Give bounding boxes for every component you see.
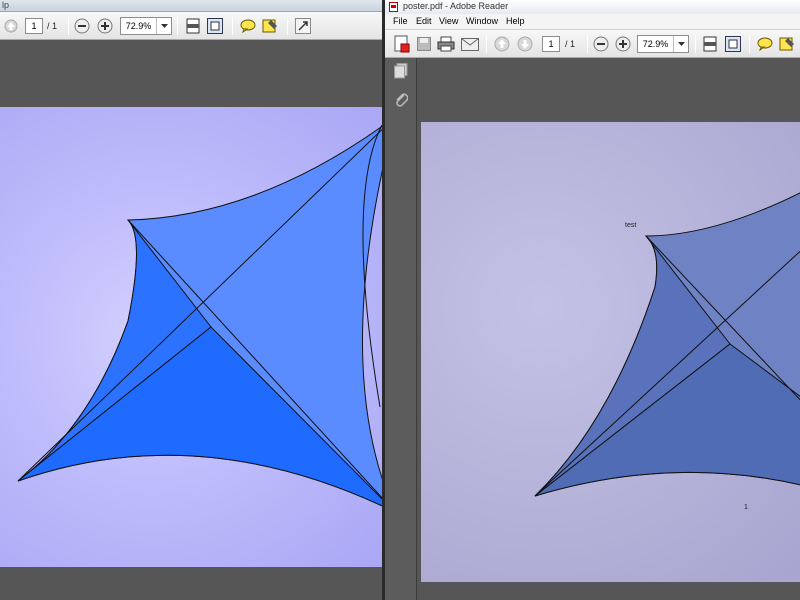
zoom-in-button[interactable]: [96, 17, 114, 35]
left-toolbar: 1 / 1 72.9%: [0, 12, 382, 40]
menu-view[interactable]: View: [439, 16, 458, 26]
right-page-number-input[interactable]: 1: [542, 36, 560, 52]
navigation-pane: [385, 58, 417, 600]
toolbar-separator: [695, 35, 696, 53]
save-button[interactable]: [415, 35, 433, 53]
toolbar-separator: [177, 17, 178, 35]
fit-page-width-button[interactable]: [701, 35, 719, 53]
menu-edit[interactable]: Edit: [416, 16, 432, 26]
toolbar-separator: [287, 17, 288, 35]
fit-page-button[interactable]: [206, 17, 224, 35]
right-toolbar: 1 / 1 72.9%: [385, 30, 800, 58]
chevron-down-icon: [674, 36, 688, 52]
menu-help[interactable]: Help: [506, 16, 525, 26]
fit-page-icon: [207, 18, 223, 34]
highlight-button[interactable]: [778, 35, 796, 53]
sticky-note-icon: [262, 18, 278, 34]
menu-file[interactable]: File: [393, 16, 408, 26]
create-pdf-icon: [394, 35, 410, 53]
create-pdf-button[interactable]: [393, 35, 411, 53]
paperclip-icon: [394, 91, 408, 107]
fit-width-icon: [703, 36, 717, 52]
left-window-title: lp: [0, 0, 382, 12]
expand-button[interactable]: [294, 17, 312, 35]
email-button[interactable]: [461, 35, 479, 53]
right-window-title: poster.pdf - Adobe Reader: [403, 1, 509, 11]
toolbar-separator: [232, 17, 233, 35]
expand-icon: [295, 18, 311, 34]
toolbar-separator: [486, 35, 487, 53]
save-icon: [417, 37, 431, 51]
plus-icon: [97, 18, 113, 34]
pages-panel-button[interactable]: [392, 62, 410, 80]
right-window-titlebar: poster.pdf - Adobe Reader: [385, 0, 800, 14]
right-page-total: / 1: [565, 39, 576, 49]
poster-page-number: 1: [744, 504, 748, 511]
poster-test-label: test: [625, 222, 637, 229]
left-reader-window: lp 1 / 1 72.9%: [0, 0, 382, 600]
fit-page-width-button[interactable]: [184, 17, 202, 35]
print-button[interactable]: [437, 35, 455, 53]
minus-icon: [593, 36, 609, 52]
attachments-panel-button[interactable]: [392, 90, 410, 108]
toolbar-separator: [587, 35, 588, 53]
right-pdf-page: test 1: [421, 122, 800, 582]
zoom-value: 72.9%: [121, 18, 157, 34]
pages-icon: [394, 63, 408, 79]
comment-button[interactable]: [756, 35, 774, 53]
toolbar-separator: [68, 17, 69, 35]
envelope-icon: [461, 37, 479, 51]
arrow-up-icon: [4, 19, 18, 33]
comment-button[interactable]: [239, 17, 257, 35]
speech-bubble-icon: [240, 19, 256, 33]
chevron-down-icon: [157, 18, 171, 34]
left-page-total: / 1: [47, 21, 58, 31]
minus-icon: [74, 18, 90, 34]
right-reader-window: poster.pdf - Adobe Reader File Edit View…: [382, 0, 800, 600]
printer-icon: [437, 36, 455, 52]
speech-bubble-icon: [757, 37, 773, 51]
previous-page-button[interactable]: [2, 17, 20, 35]
zoom-value: 72.9%: [638, 36, 674, 52]
toolbar-separator: [749, 35, 750, 53]
left-page-number-input[interactable]: 1: [25, 18, 43, 34]
menu-window[interactable]: Window: [466, 16, 498, 26]
fit-width-icon: [186, 18, 200, 34]
zoom-in-button[interactable]: [614, 35, 632, 53]
zoom-out-button[interactable]: [592, 35, 610, 53]
arrow-up-icon: [494, 36, 510, 52]
highlight-button[interactable]: [261, 17, 279, 35]
left-poster-graphic: [17, 124, 382, 507]
zoom-out-button[interactable]: [73, 17, 91, 35]
sticky-note-icon: [779, 36, 795, 52]
next-page-button[interactable]: [516, 35, 534, 53]
fit-page-icon: [725, 36, 741, 52]
previous-page-button[interactable]: [493, 35, 511, 53]
plus-icon: [615, 36, 631, 52]
right-zoom-select[interactable]: 72.9%: [637, 35, 689, 53]
menu-bar: File Edit View Window Help: [385, 14, 800, 30]
fit-page-button[interactable]: [724, 35, 742, 53]
right-poster-graphic: [534, 192, 800, 497]
left-zoom-select[interactable]: 72.9%: [120, 17, 172, 35]
arrow-down-icon: [517, 36, 533, 52]
left-pdf-page: [0, 107, 382, 567]
